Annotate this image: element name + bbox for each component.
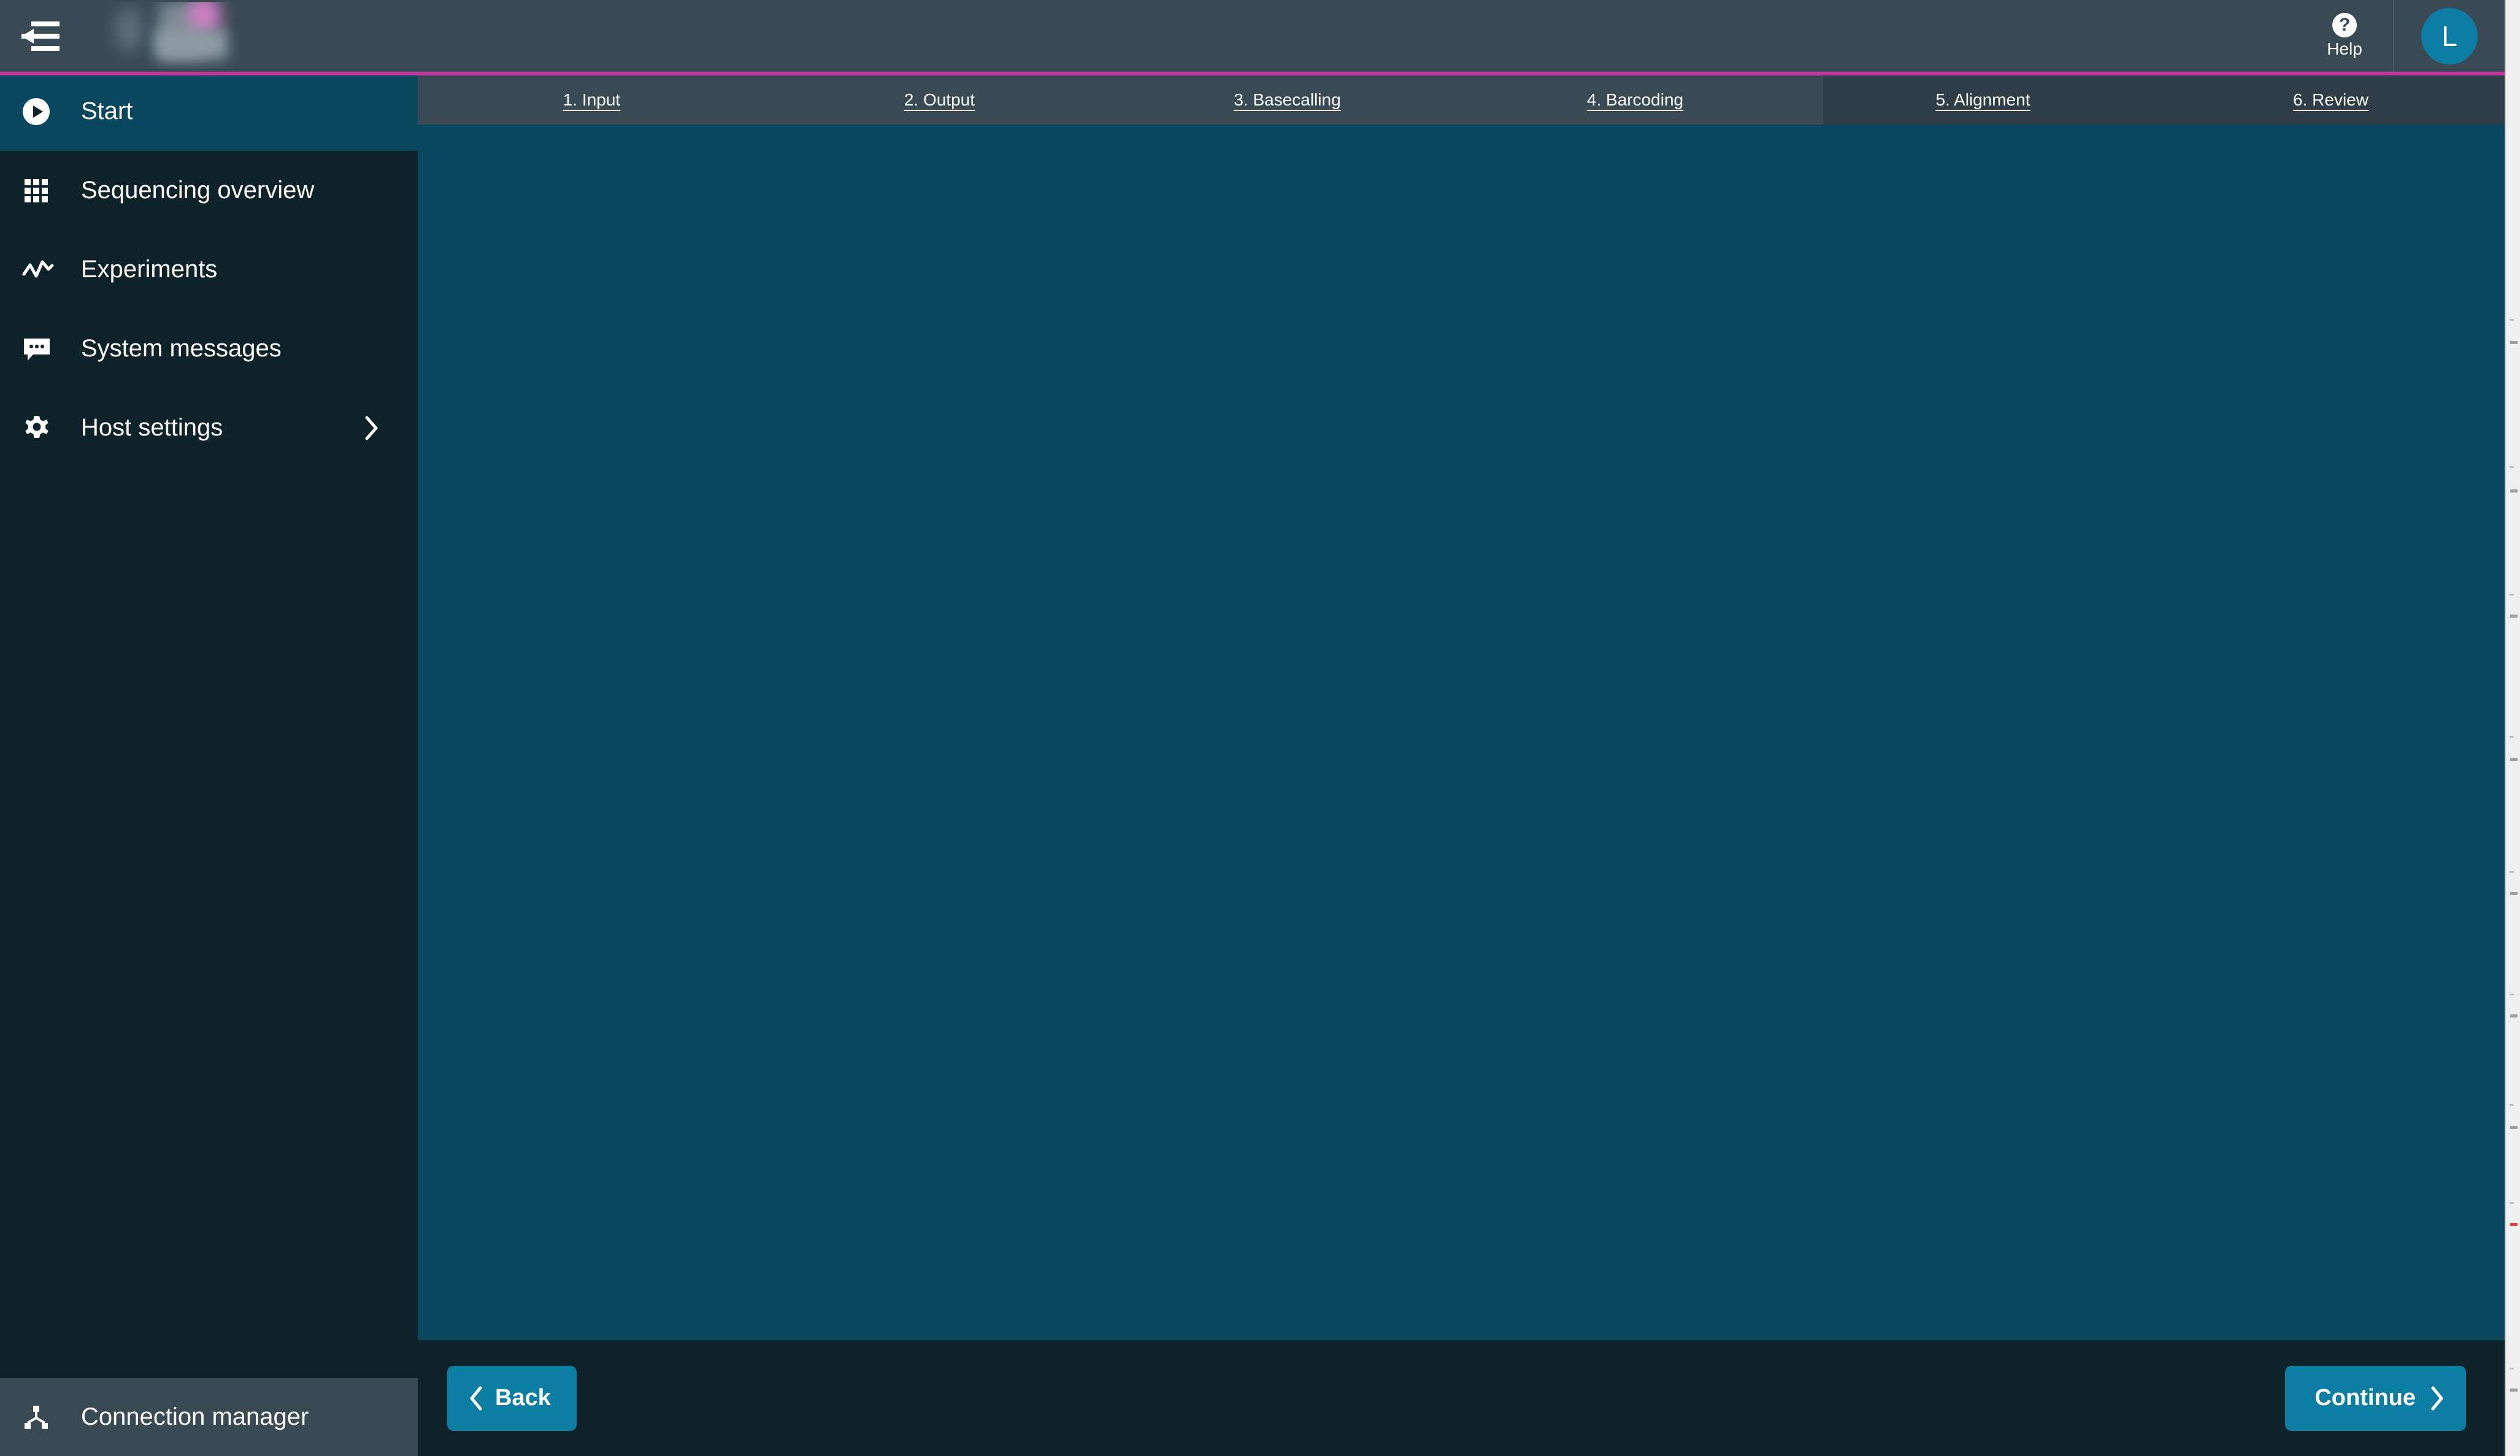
step-label: 4. Barcoding xyxy=(1586,90,1684,109)
step-1-input[interactable]: 1. Input xyxy=(418,75,766,125)
step-4-barcoding[interactable]: 4. Barcoding xyxy=(1461,75,1809,125)
continue-button[interactable]: Continue xyxy=(2285,1365,2466,1431)
grid-icon xyxy=(22,177,81,205)
sidebar-item-label: System messages xyxy=(81,335,282,362)
hamburger-back-icon xyxy=(20,19,60,53)
play-circle-icon xyxy=(22,98,81,126)
app-logo xyxy=(102,1,244,71)
accent-divider xyxy=(0,72,2505,75)
back-button[interactable]: Back xyxy=(447,1365,577,1431)
footer-action-bar: Back Continue xyxy=(418,1340,2505,1456)
step-5-alignment[interactable]: 5. Alignment xyxy=(1809,75,2157,125)
sidebar-item-system-messages[interactable]: System messages xyxy=(0,309,418,388)
sidebar-bottom-label: Connection manager xyxy=(81,1403,309,1430)
chevron-right-icon xyxy=(2416,1385,2445,1411)
sidebar-item-label: Sequencing overview xyxy=(81,177,315,204)
sidebar-navigation: Start Sequencing overview Experiments Sy… xyxy=(0,72,418,1456)
sidebar-item-start[interactable]: Start xyxy=(0,72,418,151)
sidebar-item-sequencing-overview[interactable]: Sequencing overview xyxy=(0,151,418,230)
step-6-review[interactable]: 6. Review xyxy=(2157,75,2505,125)
sidebar-item-host-settings[interactable]: Host settings xyxy=(0,388,418,467)
chevron-right-icon xyxy=(364,415,380,442)
top-header-bar: ? Help L xyxy=(0,0,2505,72)
header-actions: ? Help L xyxy=(2296,0,2505,72)
help-label: Help xyxy=(2327,39,2362,58)
step-label: 5. Alignment xyxy=(1935,90,2030,109)
main-content xyxy=(418,125,2505,1340)
sidebar-item-label: Start xyxy=(81,98,133,125)
step-3-basecalling[interactable]: 3. Basecalling xyxy=(1113,75,1461,125)
network-icon xyxy=(22,1403,81,1431)
sidebar-item-label: Host settings xyxy=(81,414,223,441)
wizard-stepper: 1. Input 2. Output 3. Basecalling 4. Bar… xyxy=(418,75,2505,125)
application-window: ? Help L Start Sequencing overview Exper… xyxy=(0,0,2520,1456)
help-button[interactable]: ? Help xyxy=(2296,0,2394,72)
step-label: 3. Basecalling xyxy=(1234,90,1341,109)
help-circle-icon: ? xyxy=(2332,13,2357,37)
chevron-left-icon xyxy=(468,1385,495,1411)
step-label: 1. Input xyxy=(563,90,621,109)
sidebar-item-label: Experiments xyxy=(81,256,218,283)
step-label: 6. Review xyxy=(2293,90,2368,109)
continue-button-label: Continue xyxy=(2314,1385,2416,1411)
message-icon xyxy=(22,335,81,363)
step-label: 2. Output xyxy=(904,90,975,109)
avatar[interactable]: L xyxy=(2421,7,2478,64)
vertical-scrollbar[interactable] xyxy=(2505,0,2520,1456)
step-2-output[interactable]: 2. Output xyxy=(766,75,1113,125)
collapse-sidebar-button[interactable] xyxy=(7,19,72,53)
sidebar-item-experiments[interactable]: Experiments xyxy=(0,230,418,309)
sidebar-item-connection-manager[interactable]: Connection manager xyxy=(0,1378,418,1456)
back-button-label: Back xyxy=(495,1385,551,1411)
gear-icon xyxy=(22,413,81,443)
line-chart-icon xyxy=(22,256,81,284)
user-menu[interactable]: L xyxy=(2394,0,2505,72)
